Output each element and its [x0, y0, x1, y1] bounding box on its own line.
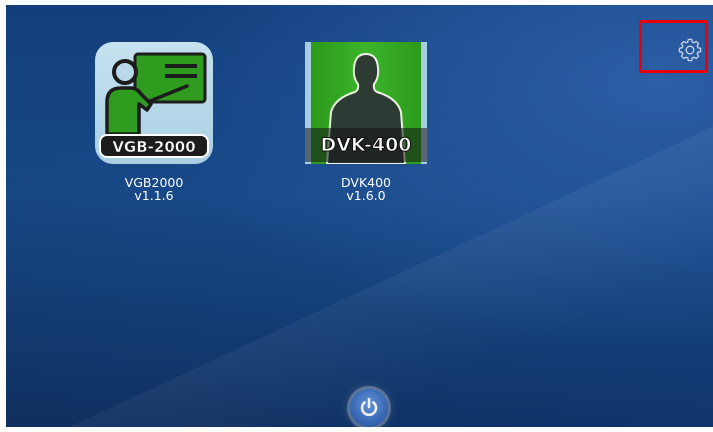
power-button[interactable]	[350, 389, 388, 427]
vgb2000-app-icon[interactable]: VGB-2000	[95, 42, 213, 164]
app-version: v1.6.0	[346, 188, 386, 203]
vgb2000-badge-text: VGB-2000	[112, 138, 195, 156]
settings-highlight-box	[639, 20, 708, 73]
power-icon	[360, 397, 378, 417]
dvk400-badge: DVK-400	[320, 134, 412, 157]
app-vgb2000[interactable]: VGB-2000 VGB2000 v1.1.6	[89, 42, 219, 202]
home-screen: VGB-2000 VGB2000 v1.1.6 DVK-400 DVK400 v…	[6, 5, 713, 427]
app-version: v1.1.6	[134, 188, 174, 203]
app-dvk400[interactable]: DVK-400 DVK400 v1.6.0	[301, 42, 431, 202]
dvk400-app-icon[interactable]: DVK-400	[305, 42, 427, 164]
dvk400-badge-text: DVK-400	[320, 134, 411, 156]
vgb2000-badge: VGB-2000	[112, 138, 196, 157]
